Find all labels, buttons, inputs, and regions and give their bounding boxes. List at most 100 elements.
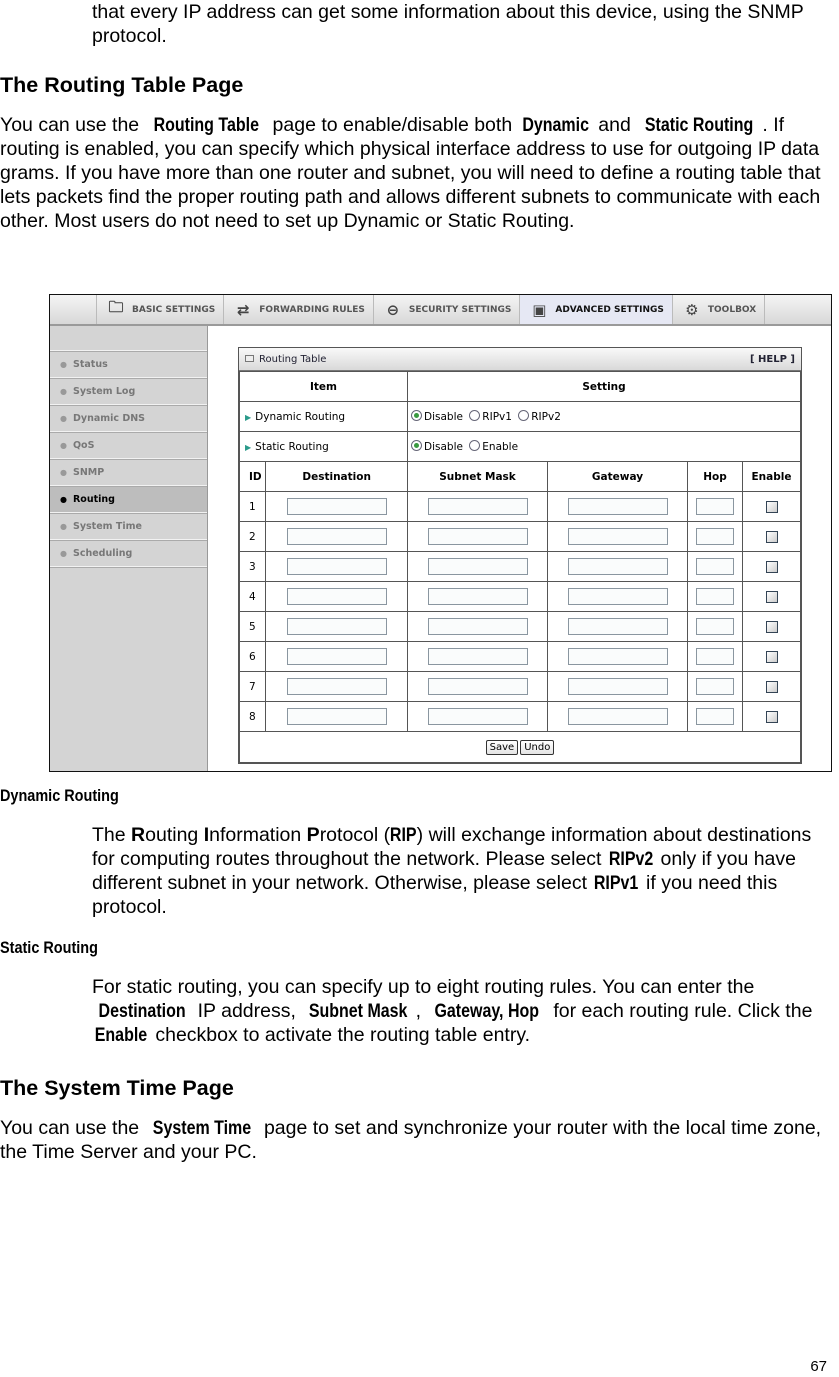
enable-checkbox[interactable] (765, 500, 778, 513)
route-row: 8 (238, 701, 801, 732)
tab-basic-settings[interactable]: 🗀 BASIC SETTINGS (97, 295, 225, 324)
gateway-input[interactable] (567, 678, 668, 695)
enable-checkbox[interactable] (765, 590, 778, 603)
destination-input[interactable] (286, 588, 387, 605)
sidebar-item-snmp[interactable]: ● SNMP (50, 460, 207, 486)
collapse-icon (245, 354, 254, 362)
sidebar-item-qos[interactable]: ● QoS (50, 433, 207, 459)
settings-table: Item Setting ▶ Dynamic Routing Disable RI… (238, 371, 801, 763)
hop-input[interactable] (696, 678, 734, 695)
header-gateway: Gateway (547, 461, 688, 492)
enable-checkbox[interactable] (765, 530, 778, 543)
static-routing-label: Static Routing (255, 440, 329, 453)
router-ui-screenshot: 🗀 BASIC SETTINGS ⇄ FORWARDING RULES ⊖ SECUR… (49, 294, 832, 772)
gateway-input[interactable] (567, 708, 668, 725)
route-id: 3 (238, 551, 267, 582)
hop-input[interactable] (696, 618, 734, 635)
header-hop: Hop (687, 461, 743, 492)
route-id: 1 (238, 491, 267, 522)
advanced-icon: ▣ (532, 300, 547, 319)
destination-input[interactable] (286, 558, 387, 575)
route-id: 5 (238, 611, 267, 642)
gateway-input[interactable] (567, 558, 668, 575)
sidebar-item-routing[interactable]: ● Routing (50, 487, 207, 513)
static-disable-radio[interactable] (411, 440, 422, 451)
dynamic-routing-row: ▶ Dynamic Routing Disable RIPv1 RIPv2 (239, 401, 801, 432)
subnet-mask-input[interactable] (427, 648, 528, 665)
header-subnet-mask: Subnet Mask (407, 461, 548, 492)
col-setting-header: Setting (407, 371, 801, 402)
route-row: 2 (238, 521, 801, 552)
subnet-mask-input[interactable] (427, 528, 528, 545)
panel-title-bar: Routing Table [ HELP ] (239, 348, 801, 371)
toolbox-icon: ⚙ (685, 300, 699, 319)
subnet-mask-input[interactable] (427, 588, 528, 605)
tab-advanced-settings[interactable]: ▣ ADVANCED SETTINGS (520, 295, 673, 324)
save-button[interactable]: Save (485, 739, 519, 755)
enable-checkbox[interactable] (765, 710, 778, 723)
enable-checkbox[interactable] (765, 650, 778, 663)
subnet-mask-input[interactable] (427, 708, 528, 725)
bullet-icon: ● (60, 387, 67, 396)
tab-security-settings[interactable]: ⊖ SECURITY SETTINGS (374, 295, 521, 324)
subnet-mask-input[interactable] (427, 498, 528, 515)
gateway-input[interactable] (567, 588, 668, 605)
sidebar-item-dynamic-dns[interactable]: ● Dynamic DNS (50, 406, 207, 432)
static-enable-radio[interactable] (469, 440, 481, 451)
nav-spacer (50, 295, 97, 324)
hop-input[interactable] (696, 528, 734, 545)
dynamic-routing-paragraph: The Routing Information Protocol (RIP) w… (92, 824, 812, 918)
static-routing-row: ▶ Static Routing Disable Enable (239, 431, 801, 462)
destination-input[interactable] (286, 648, 387, 665)
hop-input[interactable] (696, 588, 734, 605)
bullet-icon: ● (60, 414, 67, 423)
gateway-input[interactable] (567, 498, 668, 515)
sidebar-item-system-log[interactable]: ● System Log (50, 379, 207, 405)
destination-input[interactable] (286, 618, 387, 635)
page-number: 67 (810, 1358, 827, 1375)
routing-table-panel: Routing Table [ HELP ] Item Setting ▶ Dyn… (238, 347, 802, 764)
subnet-mask-input[interactable] (427, 678, 528, 695)
hop-input[interactable] (696, 558, 734, 575)
arrow-icon: ▶ (245, 412, 252, 422)
sidebar-item-status[interactable]: ● Status (50, 352, 207, 378)
folder-icon: 🗀 (108, 298, 124, 316)
gateway-input[interactable] (567, 618, 668, 635)
route-id: 8 (238, 701, 267, 732)
destination-input[interactable] (286, 528, 387, 545)
route-row: 1 (238, 491, 801, 522)
hop-input[interactable] (696, 648, 734, 665)
bullet-icon: ● (60, 441, 67, 450)
gateway-input[interactable] (567, 648, 668, 665)
destination-input[interactable] (286, 678, 387, 695)
dynamic-ripv1-radio[interactable] (469, 410, 481, 421)
routing-section-heading: The Routing Table Page (0, 73, 244, 97)
forwarding-icon: ⇄ (236, 300, 250, 319)
destination-input[interactable] (286, 498, 387, 515)
hop-input[interactable] (696, 708, 734, 725)
static-routing-paragraph: For static routing, you can specify up t… (92, 976, 813, 1046)
sidebar-item-system-time[interactable]: ● System Time (50, 514, 207, 540)
sidebar-item-scheduling[interactable]: ● Scheduling (50, 541, 207, 567)
tab-forwarding-rules[interactable]: ⇄ FORWARDING RULES (224, 295, 374, 324)
dynamic-disable-radio[interactable] (411, 410, 422, 421)
arrow-icon: ▶ (245, 442, 252, 452)
undo-button[interactable]: Undo (520, 739, 555, 755)
tab-toolbox[interactable]: ⚙ TOOLBOX (673, 295, 766, 324)
dynamic-ripv2-radio[interactable] (518, 410, 530, 421)
subnet-mask-input[interactable] (427, 618, 528, 635)
routing-section-paragraph: You can use the Routing Table page to en… (0, 114, 821, 232)
col-item-header: Item (239, 371, 408, 402)
subnet-mask-input[interactable] (427, 558, 528, 575)
bullet-icon: ● (60, 495, 67, 504)
help-link[interactable]: [ HELP ] (750, 354, 795, 365)
enable-checkbox[interactable] (765, 620, 778, 633)
system-time-paragraph: You can use the System Time page to set … (0, 1117, 822, 1163)
destination-input[interactable] (286, 708, 387, 725)
enable-checkbox[interactable] (765, 680, 778, 693)
hop-input[interactable] (696, 498, 734, 515)
bullet-icon: ● (60, 468, 67, 477)
enable-checkbox[interactable] (765, 560, 778, 573)
gateway-input[interactable] (567, 528, 668, 545)
sidebar-top (50, 326, 207, 351)
